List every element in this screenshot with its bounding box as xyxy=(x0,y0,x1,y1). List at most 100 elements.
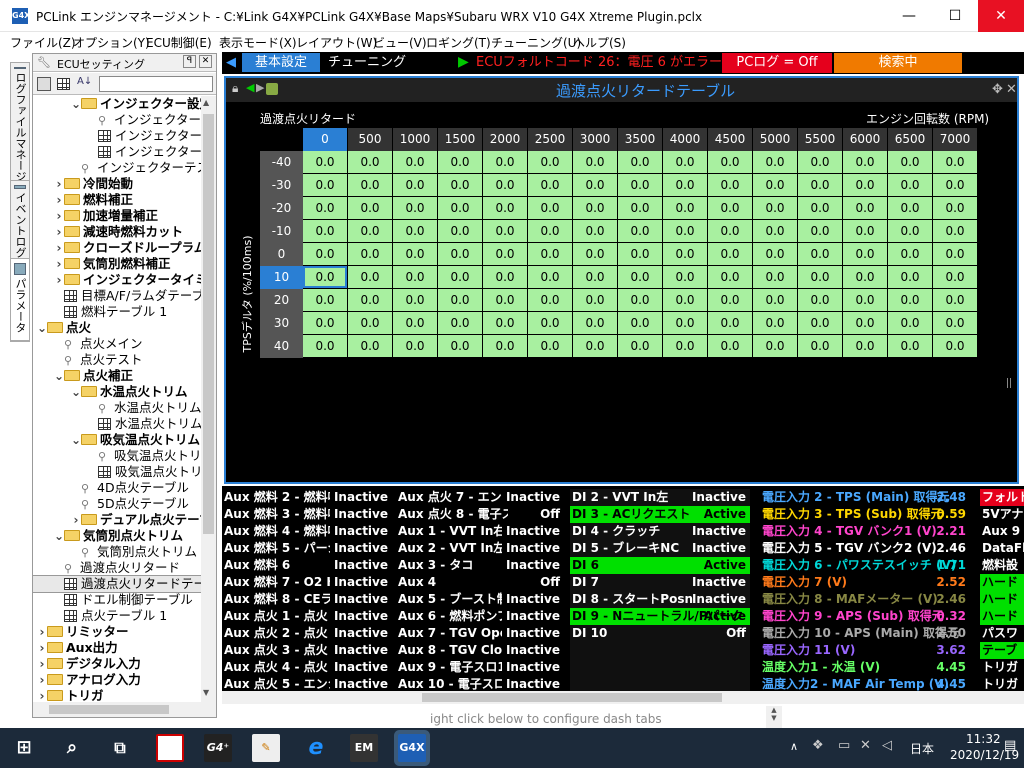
table-cell[interactable]: 0.0 xyxy=(843,335,887,357)
table-cell[interactable]: 0.0 xyxy=(843,151,887,173)
tree-item[interactable]: › トリガ xyxy=(33,688,201,702)
chevron-down-icon[interactable]: ⌄ xyxy=(71,96,81,112)
table-cell[interactable]: 0.0 xyxy=(393,243,437,265)
table-cell[interactable]: 0.0 xyxy=(708,266,752,288)
table-cell[interactable]: 0.0 xyxy=(798,151,842,173)
notification-icon[interactable]: ▤ xyxy=(1004,738,1016,753)
table-cell[interactable]: 0.0 xyxy=(528,312,572,334)
table-cell[interactable]: 0.0 xyxy=(393,174,437,196)
table-cell[interactable]: 0.0 xyxy=(933,197,977,219)
g4plus-icon[interactable]: G4⁺ xyxy=(204,734,232,762)
table-cell[interactable]: 0.0 xyxy=(393,151,437,173)
table-cell[interactable]: 0.0 xyxy=(483,197,527,219)
ie-icon[interactable]: e xyxy=(302,734,330,762)
table-cell[interactable]: 0.0 xyxy=(843,243,887,265)
table-cell[interactable]: 0.0 xyxy=(618,197,662,219)
tree-item[interactable]: 水温点火トリム xyxy=(33,416,201,432)
table-cell[interactable]: 0.0 xyxy=(933,312,977,334)
tps-row-header[interactable]: 20 xyxy=(260,289,303,312)
clock-time[interactable]: 11:32 xyxy=(966,732,1001,746)
table-cell[interactable]: 0.0 xyxy=(438,266,482,288)
tree-item[interactable]: ⚲ 気筒別点火トリム xyxy=(33,544,201,560)
table-cell[interactable]: 0.0 xyxy=(528,151,572,173)
tree-item[interactable]: › 加速増量補正 xyxy=(33,208,201,224)
tab-tuning[interactable]: チューニング xyxy=(326,53,408,72)
table-cell[interactable]: 0.0 xyxy=(573,289,617,311)
table-cell[interactable]: 0.0 xyxy=(708,220,752,242)
tps-row-header[interactable]: 0 xyxy=(260,243,303,266)
menu-view[interactable]: ビュー(V) xyxy=(373,34,427,51)
table-cell[interactable]: 0.0 xyxy=(663,220,707,242)
tree-item[interactable]: ⚲ 点火テスト xyxy=(33,352,201,368)
speaker-icon[interactable]: ◁ xyxy=(882,738,892,753)
tree-item[interactable]: › アナログ入力 xyxy=(33,672,201,688)
tab-log-file-manager[interactable]: ログファイルマネージャ xyxy=(11,63,29,181)
table-cell[interactable]: 0.0 xyxy=(753,289,797,311)
table-cell[interactable]: 0.0 xyxy=(753,220,797,242)
table-cell[interactable]: 0.0 xyxy=(753,312,797,334)
language-indicator[interactable]: 日本 xyxy=(910,740,934,757)
table-cell[interactable]: 0.0 xyxy=(618,220,662,242)
tree-item[interactable]: ⌄ 点火 xyxy=(33,320,201,336)
tps-row-header[interactable]: -40 xyxy=(260,151,303,174)
sort-az-icon[interactable]: A↓ xyxy=(77,76,92,87)
rpm-column-header[interactable]: 1000 xyxy=(393,128,437,151)
table-cell[interactable]: 0.0 xyxy=(393,197,437,219)
tree-item[interactable]: ⚲ 4D点火テーブル xyxy=(33,480,201,496)
menu-options[interactable]: オプション(Y) xyxy=(73,34,150,51)
tree-item[interactable]: ⚲ 吸気温点火トリム xyxy=(33,448,201,464)
rpm-column-header[interactable]: 500 xyxy=(348,128,392,151)
chevron-right-icon[interactable]: › xyxy=(71,512,81,528)
table-cell[interactable]: 0.0 xyxy=(933,174,977,196)
table-cell[interactable]: 0.0 xyxy=(438,151,482,173)
tree-item[interactable]: ⚲ 過渡点火リタード xyxy=(33,560,201,576)
panel-close-x-icon[interactable]: ✕ xyxy=(1006,82,1017,97)
table-cell[interactable]: 0.0 xyxy=(888,335,932,357)
menu-help[interactable]: ヘルプ(S) xyxy=(573,34,626,51)
table-cell[interactable]: 0.0 xyxy=(438,335,482,357)
chevron-right-icon[interactable]: › xyxy=(54,176,64,192)
table-cell[interactable]: 0.0 xyxy=(618,174,662,196)
table-cell[interactable]: 0.0 xyxy=(618,266,662,288)
table-cell[interactable]: 0.0 xyxy=(438,174,482,196)
tab-prev-icon[interactable]: ◀ xyxy=(226,55,236,70)
chevron-right-icon[interactable]: › xyxy=(54,256,64,272)
table-cell[interactable]: 0.0 xyxy=(483,266,527,288)
tps-row-header[interactable]: -20 xyxy=(260,197,303,220)
tree-view-icon[interactable] xyxy=(37,77,51,91)
table-cell[interactable]: 0.0 xyxy=(348,266,392,288)
table-cell[interactable]: 0.0 xyxy=(483,335,527,357)
tree-vertical-scrollbar[interactable]: ▲ ▼ xyxy=(201,96,216,702)
table-cell[interactable]: 0.0 xyxy=(393,335,437,357)
table-right-scrollbar[interactable] xyxy=(1005,228,1013,478)
tps-row-header[interactable]: 10 xyxy=(260,266,303,289)
menu-display-mode[interactable]: 表示モード(X) xyxy=(219,34,297,51)
rpm-column-header[interactable]: 1500 xyxy=(438,128,482,151)
table-cell[interactable]: 0.0 xyxy=(843,312,887,334)
table-cell[interactable]: 0.0 xyxy=(348,335,392,357)
menu-layout[interactable]: レイアウト(W) xyxy=(296,34,377,51)
em-icon[interactable]: EM xyxy=(350,734,378,762)
table-cell[interactable]: 0.0 xyxy=(303,197,347,219)
table-cell[interactable]: 0.0 xyxy=(933,243,977,265)
table-cell[interactable]: 0.0 xyxy=(933,289,977,311)
table-cell[interactable]: 0.0 xyxy=(573,220,617,242)
table-cell[interactable]: 0.0 xyxy=(618,289,662,311)
tree-item[interactable]: › デジタル入力 xyxy=(33,656,201,672)
chevron-right-icon[interactable]: › xyxy=(54,272,64,288)
tree-item[interactable]: ⌄ 点火補正 xyxy=(33,368,201,384)
table-cell[interactable]: 0.0 xyxy=(843,220,887,242)
search-icon[interactable]: ⌕ xyxy=(58,734,86,762)
table-cell[interactable]: 0.0 xyxy=(888,151,932,173)
volume-icon[interactable]: ✕ xyxy=(860,738,871,753)
pc-log-status[interactable]: PCログ = Off xyxy=(722,53,832,73)
table-cell[interactable]: 0.0 xyxy=(573,266,617,288)
tree-item[interactable]: 燃料テーブル 1 xyxy=(33,304,201,320)
table-cell[interactable]: 0.0 xyxy=(303,174,347,196)
tree-item[interactable]: › 燃料補正 xyxy=(33,192,201,208)
tree-horizontal-scrollbar[interactable] xyxy=(33,702,216,717)
table-cell[interactable]: 0.0 xyxy=(933,266,977,288)
table-cell[interactable]: 0.0 xyxy=(708,243,752,265)
table-cell[interactable]: 0.0 xyxy=(708,197,752,219)
chevron-down-icon[interactable]: ⌄ xyxy=(54,368,64,384)
